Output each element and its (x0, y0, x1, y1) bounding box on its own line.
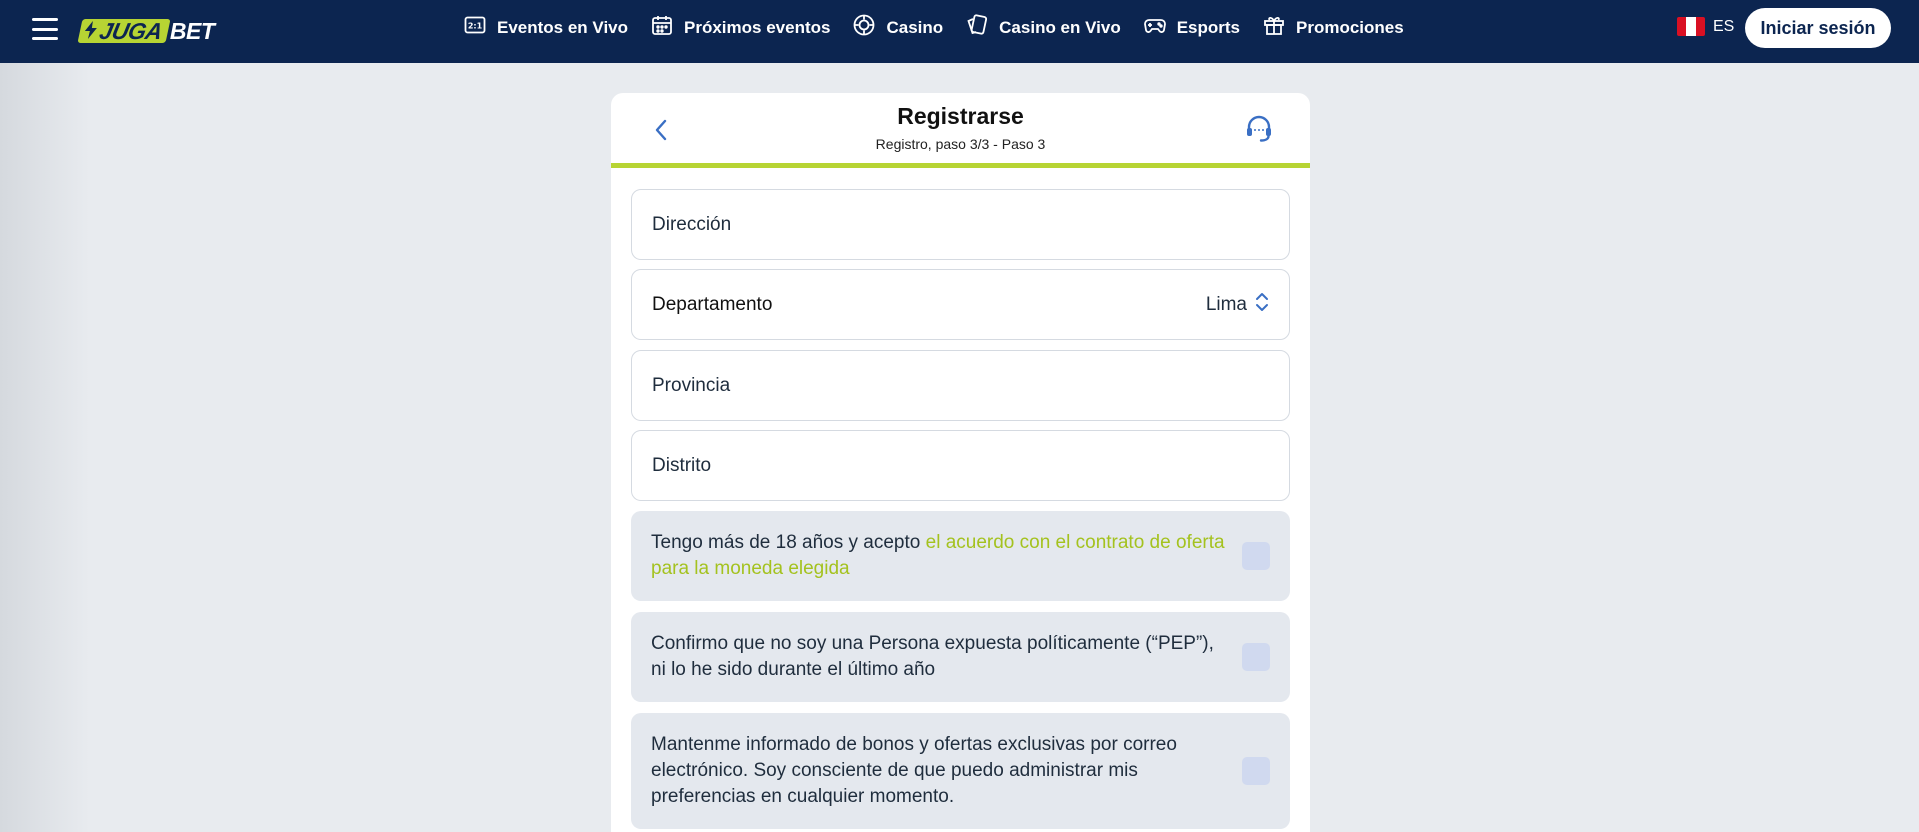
age-consent-text: Tengo más de 18 años y acepto el acuerdo… (651, 532, 1225, 579)
gift-icon (1262, 13, 1286, 42)
cards-icon (965, 13, 989, 42)
hamburger-menu-icon[interactable] (32, 18, 58, 40)
nav-label: Promociones (1296, 17, 1404, 37)
top-navigation-bar: JUGA BET 2:1 Eventos en Vivo Próximos ev… (0, 0, 1919, 63)
province-input[interactable] (652, 374, 1269, 397)
nav-item-promotions[interactable]: Promociones (1262, 13, 1404, 42)
page-title: Registrarse (897, 103, 1024, 129)
gamepad-icon (1143, 13, 1167, 42)
pep-consent-text: Confirmo que no soy una Persona expuesta… (651, 633, 1214, 680)
language-code: ES (1713, 17, 1735, 35)
nav-label: Eventos en Vivo (497, 17, 629, 37)
address-input[interactable] (652, 213, 1269, 236)
nav-item-esports[interactable]: Esports (1143, 13, 1240, 42)
lightning-bolt-icon (84, 18, 98, 45)
age-consent-row: Tengo más de 18 años y acepto el acuerdo… (631, 511, 1290, 601)
province-field (631, 350, 1290, 421)
svg-text:2:1: 2:1 (468, 22, 483, 31)
department-select[interactable]: Departamento Lima (631, 269, 1290, 340)
live-events-icon: 2:1 (463, 13, 487, 42)
pep-consent-checkbox[interactable] (1242, 643, 1270, 671)
select-chevron-icon (1255, 291, 1269, 318)
logo-text-juga: JUGA (97, 17, 165, 44)
marketing-consent-checkbox[interactable] (1242, 757, 1270, 785)
age-consent-checkbox[interactable] (1242, 542, 1270, 570)
calendar-icon (650, 13, 674, 42)
registration-header: Registrarse Registro, paso 3/3 - Paso 3 (611, 93, 1310, 168)
page-side-shade (0, 63, 90, 832)
pep-consent-row: Confirmo que no soy una Persona expuesta… (631, 612, 1290, 702)
casino-chip-icon (852, 13, 876, 42)
peru-flag-icon (1677, 17, 1705, 36)
department-value: Lima (1205, 293, 1247, 315)
nav-label: Próximos eventos (684, 17, 831, 37)
registration-progress-bar (611, 163, 1310, 168)
language-selector[interactable]: ES (1677, 17, 1734, 36)
progress-fill (611, 163, 1310, 168)
department-label: Departamento (652, 293, 773, 315)
address-field (631, 189, 1290, 260)
nav-item-live-casino[interactable]: Casino en Vivo (965, 13, 1121, 42)
logo-text-bet: BET (169, 17, 215, 44)
marketing-consent-text: Mantenme informado de bonos y ofertas ex… (651, 734, 1177, 807)
login-button[interactable]: Iniciar sesión (1745, 8, 1891, 48)
nav-item-live-events[interactable]: 2:1 Eventos en Vivo (463, 13, 628, 42)
marketing-consent-row: Mantenme informado de bonos y ofertas ex… (631, 713, 1290, 829)
jugabet-logo[interactable]: JUGA BET (77, 17, 215, 45)
nav-label: Casino (886, 17, 944, 37)
main-nav: 2:1 Eventos en Vivo Próximos eventos Cas… (463, 0, 1404, 55)
district-input[interactable] (652, 454, 1269, 477)
support-headset-icon[interactable] (1243, 113, 1275, 145)
nav-label: Casino en Vivo (999, 17, 1121, 37)
registration-card: Registrarse Registro, paso 3/3 - Paso 3 … (611, 93, 1310, 832)
step-subtitle: Registro, paso 3/3 - Paso 3 (875, 136, 1046, 152)
nav-item-casino[interactable]: Casino (852, 13, 943, 42)
nav-item-upcoming-events[interactable]: Próximos eventos (650, 13, 830, 42)
nav-label: Esports (1176, 17, 1241, 37)
district-field (631, 430, 1290, 501)
